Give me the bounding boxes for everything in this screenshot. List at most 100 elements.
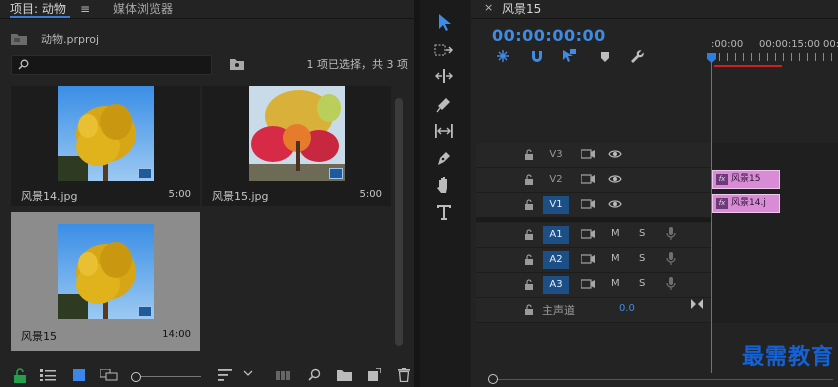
mute-button[interactable]: M <box>611 228 620 239</box>
snap-magnet-icon[interactable] <box>530 49 544 63</box>
ripple-edit-tool-icon[interactable] <box>434 66 454 86</box>
icon-view-icon[interactable] <box>73 369 89 385</box>
eye-icon[interactable] <box>608 199 622 209</box>
close-tab-icon[interactable]: × <box>484 1 493 14</box>
clip-v1[interactable]: fx 风景14.j <box>712 194 780 213</box>
project-file-name: 动物.prproj <box>41 33 100 46</box>
track-header-a1[interactable]: A1 M S <box>476 223 711 248</box>
automate-to-sequence-icon[interactable] <box>276 369 292 385</box>
master-volume-value[interactable]: 0.0 <box>619 303 635 314</box>
project-item-card[interactable]: 风景14.jpg 5:00 <box>11 86 200 206</box>
clip-v2[interactable]: fx 风景15 <box>712 170 780 189</box>
item-name: 风景15.jpg <box>212 190 269 203</box>
sort-icons-icon[interactable] <box>218 369 234 385</box>
lock-icon[interactable] <box>524 254 534 265</box>
playhead-timecode[interactable]: 00:00:00:00 <box>492 26 606 45</box>
solo-button[interactable]: S <box>639 228 645 239</box>
type-tool-icon[interactable] <box>434 202 454 222</box>
divider <box>471 18 838 19</box>
track-name[interactable]: A2 <box>543 251 569 269</box>
lock-icon[interactable] <box>524 304 534 315</box>
track-name[interactable]: V2 <box>543 171 569 189</box>
new-bin-icon[interactable] <box>337 369 353 385</box>
track-name[interactable]: A3 <box>543 276 569 294</box>
lock-icon[interactable] <box>524 199 534 210</box>
lock-icon[interactable] <box>524 279 534 290</box>
sync-lock-icon[interactable] <box>581 278 595 290</box>
track-header-a3[interactable]: A3 M S <box>476 273 711 298</box>
find-icon[interactable] <box>308 368 324 384</box>
track-select-forward-tool-icon[interactable] <box>434 40 454 60</box>
slip-tool-icon[interactable] <box>434 121 454 141</box>
track-header-master[interactable]: 主声道 0.0 <box>476 298 711 323</box>
track-header-v3[interactable]: V3 <box>476 143 711 168</box>
track-name[interactable]: A1 <box>543 226 569 244</box>
eye-icon[interactable] <box>608 149 622 159</box>
wrench-icon[interactable] <box>630 49 645 64</box>
item-name: 风景15 <box>21 330 57 343</box>
sync-lock-icon[interactable] <box>581 253 595 265</box>
microphone-icon[interactable] <box>666 227 676 241</box>
mute-button[interactable]: M <box>611 278 620 289</box>
search-input[interactable] <box>11 55 212 75</box>
track-header-a2[interactable]: A2 M S <box>476 248 711 273</box>
selection-tool-icon[interactable] <box>434 12 454 32</box>
lock-icon[interactable] <box>524 229 534 240</box>
sync-lock-icon[interactable] <box>581 148 595 160</box>
tab-sequence[interactable]: 风景15 <box>502 0 541 17</box>
sequence-icon <box>138 306 152 317</box>
mute-button[interactable]: M <box>611 253 620 264</box>
project-item-card-selected[interactable]: 风景15 14:00 <box>11 212 200 351</box>
watermark-logo: 最需教育 <box>741 344 834 370</box>
sync-lock-icon[interactable] <box>581 198 595 210</box>
solo-button[interactable]: S <box>639 253 645 264</box>
thumbnail-image <box>249 86 345 181</box>
horizontal-scrollbar[interactable] <box>498 379 833 380</box>
zoom-slider[interactable] <box>131 376 201 377</box>
fx-badge: fx <box>716 174 728 185</box>
video-audio-divider[interactable] <box>476 218 711 222</box>
go-to-end-icon[interactable] <box>691 299 703 309</box>
freeform-view-icon[interactable] <box>100 369 118 385</box>
razor-tool-icon[interactable] <box>434 94 454 114</box>
work-area-bar[interactable] <box>714 65 782 67</box>
microphone-icon[interactable] <box>666 277 676 291</box>
microphone-icon[interactable] <box>666 252 676 266</box>
time-ruler[interactable] <box>711 53 838 61</box>
zoom-slider-handle[interactable] <box>131 372 141 382</box>
panel-menu-icon[interactable]: ≡ <box>80 2 90 16</box>
tab-media-browser[interactable]: 媒体浏览器 <box>113 0 173 17</box>
list-view-icon[interactable] <box>40 369 56 385</box>
project-panel: 项目: 动物 ≡ 媒体浏览器 动物.prproj 1 项已选择，共 3 项 风景… <box>0 0 414 387</box>
track-name[interactable]: V1 <box>543 196 569 214</box>
pen-tool-icon[interactable] <box>434 148 454 168</box>
sync-lock-icon[interactable] <box>581 173 595 185</box>
item-duration: 5:00 <box>168 189 191 200</box>
linked-selection-icon[interactable] <box>561 48 577 64</box>
lock-icon[interactable] <box>524 149 534 160</box>
project-tab-row: 项目: 动物 ≡ 媒体浏览器 <box>0 0 414 18</box>
solo-button[interactable]: S <box>639 278 645 289</box>
playhead-line[interactable] <box>711 58 712 373</box>
chevron-down-icon[interactable] <box>243 370 259 386</box>
hand-tool-icon[interactable] <box>434 175 454 195</box>
nest-toggle-icon[interactable] <box>496 49 510 63</box>
item-name: 风景14.jpg <box>21 190 78 203</box>
tab-project[interactable]: 项目: 动物 <box>10 0 70 18</box>
new-item-icon[interactable] <box>368 368 384 384</box>
still-image-icon <box>329 168 343 179</box>
lock-icon[interactable] <box>13 368 29 384</box>
lock-icon[interactable] <box>524 174 534 185</box>
sync-lock-icon[interactable] <box>581 228 595 240</box>
thumbnail-image <box>58 224 154 319</box>
vertical-scrollbar[interactable] <box>395 98 403 346</box>
horizontal-scroll-handle[interactable] <box>488 374 498 384</box>
track-name[interactable]: V3 <box>543 146 569 164</box>
project-item-card[interactable]: 风景15.jpg 5:00 <box>202 86 391 206</box>
track-header-v2[interactable]: V2 <box>476 168 711 193</box>
eye-icon[interactable] <box>608 174 622 184</box>
trash-icon[interactable] <box>398 368 414 384</box>
divider <box>0 18 414 19</box>
track-header-v1[interactable]: V1 <box>476 193 711 218</box>
add-marker-icon[interactable] <box>600 51 610 63</box>
